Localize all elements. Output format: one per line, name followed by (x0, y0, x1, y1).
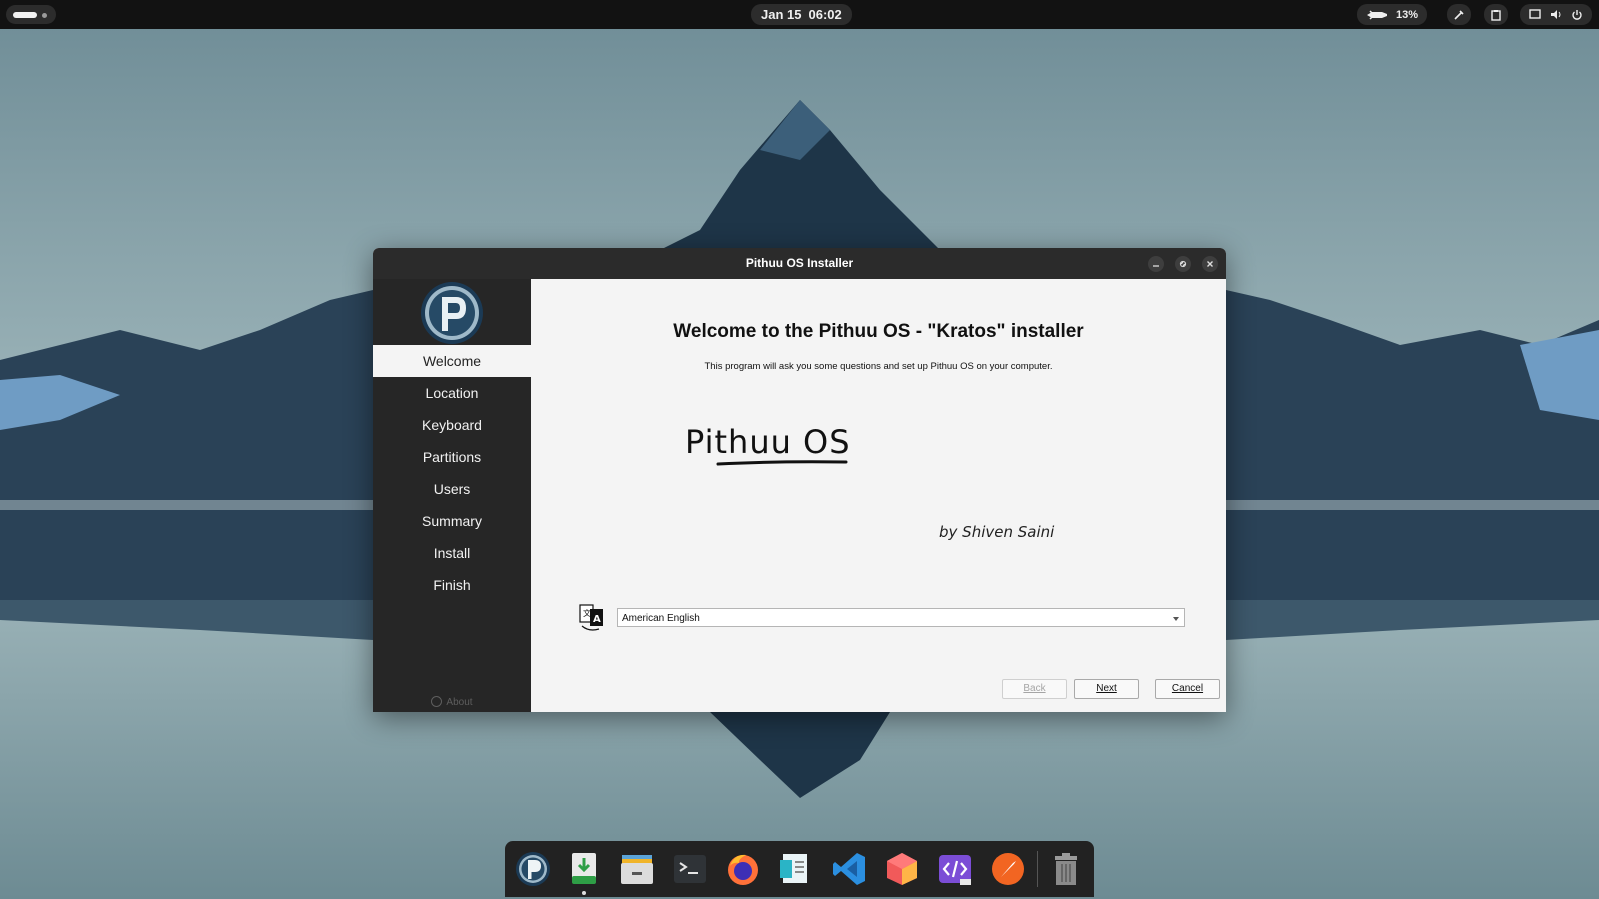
trash-icon (1055, 853, 1077, 885)
close-button[interactable] (1202, 256, 1218, 272)
activities-indicator (13, 12, 37, 18)
vscode-icon (833, 853, 865, 885)
dock-vscode[interactable] (830, 850, 868, 888)
dock-pithuu[interactable] (514, 850, 552, 888)
step-partitions: Partitions (422, 449, 482, 465)
firefox-icon (728, 854, 758, 885)
cancel-button[interactable]: Cancel (1155, 679, 1220, 699)
document-viewer-icon (780, 854, 807, 883)
activities-button[interactable] (6, 5, 56, 24)
language-selected-value: American English (622, 613, 700, 624)
close-icon (1207, 261, 1213, 267)
svg-text:A: A (593, 614, 601, 625)
workspace-dot (42, 13, 47, 18)
files-icon (621, 855, 653, 884)
page-description: This program will ask you some questions… (704, 361, 1053, 372)
dock-separator (1037, 851, 1038, 887)
eyedropper-icon (1454, 9, 1464, 20)
top-panel: Jan 15 06:02 13% (0, 0, 1599, 29)
date-time-clock[interactable]: Jan 15 06:02 (751, 4, 852, 25)
back-button[interactable]: Back (1002, 679, 1067, 699)
minimize-icon (1153, 265, 1159, 267)
window-titlebar[interactable]: Pithuu OS Installer (373, 248, 1226, 279)
step-install: Install (433, 545, 471, 561)
cancel-button-label: Cancel (1171, 683, 1204, 694)
next-button[interactable]: Next (1074, 679, 1139, 699)
dock-firefox[interactable] (724, 850, 762, 888)
chevron-down-icon (1173, 617, 1179, 621)
restore-icon (1179, 260, 1187, 268)
about-label: About (446, 697, 473, 708)
clipboard-indicator[interactable] (1484, 4, 1508, 25)
installer-download-icon (572, 853, 596, 884)
battery-indicator[interactable]: 13% (1357, 4, 1428, 25)
step-welcome: Welcome (373, 345, 531, 377)
page-title: Welcome to the Pithuu OS - "Kratos" inst… (673, 321, 1084, 342)
clipboard-icon (1491, 9, 1501, 21)
info-icon (431, 696, 443, 707)
dock-document-viewer[interactable] (777, 850, 815, 888)
code-editor-pre-icon (939, 855, 971, 885)
dock-code-editor[interactable] (936, 850, 974, 888)
welcome-page: Welcome to the Pithuu OS - "Kratos" inst… (531, 279, 1226, 712)
wordmark-underline (716, 460, 848, 466)
running-indicator (582, 891, 586, 895)
brand-wordmark: Pithuu OS (685, 423, 851, 461)
dock-box-app[interactable] (883, 850, 921, 888)
system-menu[interactable] (1520, 4, 1592, 25)
step-finish: Finish (433, 577, 471, 593)
dock (505, 841, 1094, 897)
color-picker-indicator[interactable] (1447, 4, 1471, 25)
installer-window: Pithuu OS Installer Welcome Location Key… (373, 248, 1226, 712)
time-label: 06:02 (808, 7, 842, 22)
minimize-button[interactable] (1148, 256, 1164, 272)
compass-icon (992, 853, 1024, 885)
author-byline: by Shiven Saini (939, 523, 1055, 541)
installer-sidebar: Welcome Location Keyboard Partitions Use… (373, 279, 531, 712)
step-location: Location (425, 385, 479, 401)
date-label: Jan 15 (761, 7, 802, 22)
display-icon (1529, 9, 1541, 19)
dock-installer[interactable] (565, 850, 603, 888)
dock-files[interactable] (618, 850, 656, 888)
next-button-label: Next (1096, 683, 1117, 694)
back-button-label: Back (1023, 683, 1046, 694)
dock-trash[interactable] (1047, 850, 1085, 888)
volume-icon (1551, 10, 1561, 19)
battery-icon (1367, 9, 1387, 20)
step-users: Users (433, 481, 471, 497)
pithuu-logo (421, 282, 483, 344)
dock-compass[interactable] (989, 850, 1027, 888)
maximize-button[interactable] (1175, 256, 1191, 272)
about-button[interactable]: About (373, 696, 531, 708)
language-icon: 文 A (579, 604, 603, 631)
power-icon (1572, 9, 1582, 20)
box-app-icon (887, 853, 917, 885)
window-title: Pithuu OS Installer (745, 256, 854, 270)
dock-terminal[interactable] (671, 850, 709, 888)
svg-text:文: 文 (583, 608, 591, 618)
step-summary: Summary (422, 513, 482, 529)
step-keyboard: Keyboard (422, 417, 482, 433)
installer-steps: Welcome Location Keyboard Partitions Use… (373, 345, 531, 601)
battery-percent: 13% (1396, 8, 1419, 21)
terminal-icon (674, 855, 706, 883)
pithuu-logo-icon (516, 852, 550, 886)
language-select[interactable]: American English (617, 608, 1185, 627)
